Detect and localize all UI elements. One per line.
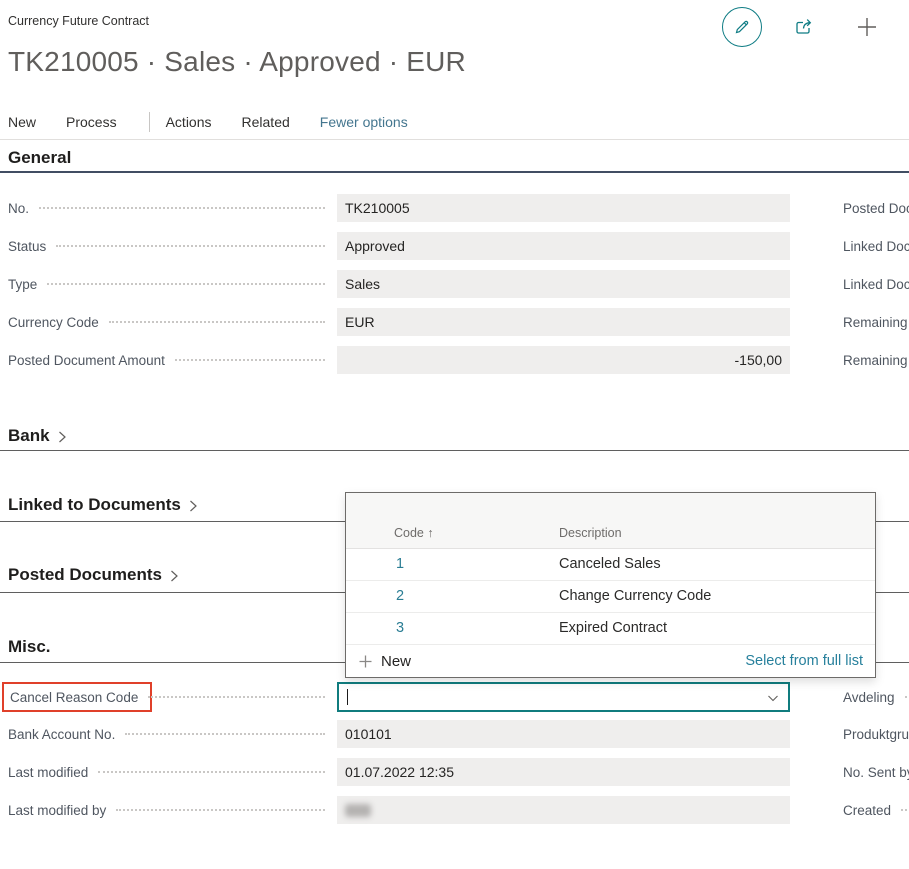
field-label-cancel-reason-code: Cancel Reason Code — [10, 690, 138, 705]
dropdown-row-3[interactable]: 3 Expired Contract — [346, 613, 875, 645]
pencil-icon — [732, 17, 752, 37]
field-label-currency-code: Currency Code — [8, 315, 99, 330]
section-title-general-label: General — [8, 148, 71, 168]
section-title-bank[interactable]: Bank — [8, 426, 68, 446]
dropdown-new-button[interactable]: New — [358, 653, 411, 670]
dropdown-column-code[interactable]: Code ↑ — [394, 526, 434, 540]
redacted-username — [345, 804, 371, 817]
action-toolbar: New Process Actions Related Fewer option… — [8, 110, 909, 134]
fewer-options-link[interactable]: Fewer options — [320, 114, 408, 130]
field-value-type[interactable]: Sales — [337, 270, 790, 298]
toolbar-item-related[interactable]: Related — [242, 114, 290, 130]
field-value-last-modified-by[interactable] — [337, 796, 790, 824]
page-caption: Currency Future Contract — [8, 14, 149, 28]
section-title-linked-documents-label: Linked to Documents — [8, 495, 181, 515]
dropdown-row-1-code: 1 — [396, 556, 404, 572]
dropdown-row-1[interactable]: 1 Canceled Sales — [346, 549, 875, 581]
dotted-leader — [56, 245, 325, 247]
field-row-no: No. TK210005 — [8, 194, 798, 222]
toolbar-item-process[interactable]: Process — [66, 114, 117, 130]
share-icon — [793, 16, 815, 38]
field-label-avdeling: Avdeling — [843, 683, 909, 711]
dotted-leader — [116, 809, 325, 811]
dropdown-row-3-code: 3 — [396, 620, 404, 636]
dropdown-row-2[interactable]: 2 Change Currency Code — [346, 581, 875, 613]
field-label-created: Created — [843, 796, 909, 824]
field-label-posted-document-amount: Posted Document Amount — [8, 353, 165, 368]
section-title-general: General — [8, 148, 71, 168]
section-rule-bank — [0, 450, 909, 451]
currency-future-contract-page: Currency Future Contract TK210005 · Sale… — [0, 0, 909, 869]
toolbar-divider — [149, 112, 150, 132]
dotted-leader — [148, 696, 325, 698]
field-value-last-modified[interactable]: 01.07.2022 12:35 — [337, 758, 790, 786]
page-title: TK210005 · Sales · Approved · EUR — [8, 46, 466, 78]
toolbar-rule — [0, 139, 909, 140]
text-caret — [347, 689, 348, 705]
cancel-reason-code-combobox[interactable] — [337, 682, 790, 712]
field-label-last-modified: Last modified — [8, 765, 88, 780]
field-row-status: Status Approved — [8, 232, 798, 260]
edit-button[interactable] — [722, 7, 762, 47]
field-label-posted-doc: Posted Doc — [843, 194, 909, 222]
chevron-right-icon — [187, 499, 199, 513]
chevron-right-icon — [168, 569, 180, 583]
field-label-bank-account-no: Bank Account No. — [8, 727, 115, 742]
field-label-remaining-2: Remaining — [843, 346, 909, 374]
dotted-leader — [175, 359, 325, 361]
new-document-button[interactable] — [854, 14, 880, 40]
dropdown-footer: New Select from full list — [346, 645, 875, 677]
share-button[interactable] — [792, 15, 816, 39]
dropdown-header: Code ↑ Description — [346, 493, 875, 549]
field-label-last-modified-by: Last modified by — [8, 803, 106, 818]
section-title-posted-documents-label: Posted Documents — [8, 565, 162, 585]
dotted-leader — [98, 771, 325, 773]
field-label-produktgruppe: Produktgru — [843, 720, 909, 748]
field-row-type: Type Sales — [8, 270, 798, 298]
dropdown-row-2-description: Change Currency Code — [559, 588, 711, 604]
field-label-no-sent-by: No. Sent by — [843, 758, 909, 786]
dropdown-column-description[interactable]: Description — [559, 526, 622, 540]
field-value-posted-document-amount[interactable]: -150,00 — [337, 346, 790, 374]
chevron-down-icon[interactable] — [766, 691, 780, 705]
section-title-posted-documents[interactable]: Posted Documents — [8, 565, 180, 585]
select-from-full-list-link[interactable]: Select from full list — [745, 653, 863, 669]
section-title-misc-label: Misc. — [8, 637, 51, 657]
chevron-right-icon — [56, 430, 68, 444]
field-value-status[interactable]: Approved — [337, 232, 790, 260]
dotted-leader — [109, 321, 325, 323]
section-rule-general — [0, 171, 909, 173]
toolbar-item-new[interactable]: New — [8, 114, 36, 130]
field-row-currency-code: Currency Code EUR — [8, 308, 798, 336]
field-label-type: Type — [8, 277, 37, 292]
field-value-currency-code[interactable]: EUR — [337, 308, 790, 336]
dropdown-row-2-code: 2 — [396, 588, 404, 604]
field-row-bank-account-no: Bank Account No. 010101 — [8, 720, 798, 748]
field-row-cancel-reason-code: Cancel Reason Code — [8, 683, 798, 711]
field-value-no[interactable]: TK210005 — [337, 194, 790, 222]
field-label-no: No. — [8, 201, 29, 216]
field-row-last-modified: Last modified 01.07.2022 12:35 — [8, 758, 798, 786]
dotted-leader — [39, 207, 325, 209]
dropdown-row-1-description: Canceled Sales — [559, 556, 661, 572]
field-row-last-modified-by: Last modified by — [8, 796, 798, 824]
dropdown-row-3-description: Expired Contract — [559, 620, 667, 636]
plus-icon — [358, 654, 373, 669]
section-title-misc: Misc. — [8, 637, 51, 657]
dropdown-new-label: New — [381, 653, 411, 670]
field-row-posted-document-amount: Posted Document Amount -150,00 — [8, 346, 798, 374]
field-label-linked-doc-2: Linked Doc — [843, 270, 909, 298]
section-title-linked-documents[interactable]: Linked to Documents — [8, 495, 199, 515]
field-label-status: Status — [8, 239, 46, 254]
field-label-linked-doc-1: Linked Doc — [843, 232, 909, 260]
dotted-leader — [125, 733, 325, 735]
toolbar-item-actions[interactable]: Actions — [166, 114, 212, 130]
dotted-leader — [47, 283, 325, 285]
cancel-reason-dropdown: Code ↑ Description 1 Canceled Sales 2 Ch… — [345, 492, 876, 678]
plus-icon — [855, 15, 879, 39]
field-value-bank-account-no[interactable]: 010101 — [337, 720, 790, 748]
field-label-remaining-1: Remaining — [843, 308, 909, 336]
section-title-bank-label: Bank — [8, 426, 50, 446]
